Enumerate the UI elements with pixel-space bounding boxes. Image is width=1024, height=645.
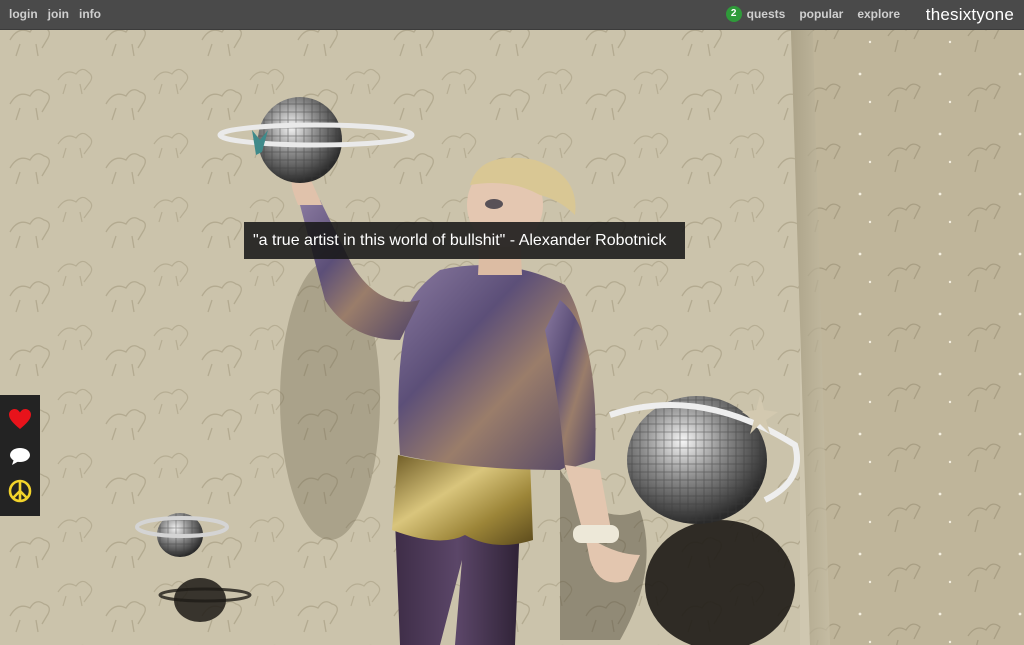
action-sidebar [0,395,40,516]
comment-icon [10,448,30,465]
popular-link[interactable]: popular [799,7,843,21]
join-link[interactable]: join [48,7,69,21]
song-caption: "a true artist in this world of bullshit… [244,222,685,259]
quests-link[interactable]: 2 quests [725,5,786,22]
heart-icon [9,409,31,429]
site-logo[interactable]: thesixtyone [926,5,1014,25]
account-links: login join info [9,7,101,21]
top-navigation-bar: login join info 2 quests popular explore … [0,0,1024,30]
love-button[interactable] [8,407,32,431]
comment-button[interactable] [8,444,32,468]
quests-label: quests [746,7,786,21]
background-photo [0,0,1024,645]
peace-icon [8,479,32,503]
peace-button[interactable] [8,479,32,503]
explore-link[interactable]: explore [857,7,900,21]
login-link[interactable]: login [9,7,38,21]
info-link[interactable]: info [79,7,101,21]
quest-count-badge: 2 [725,5,742,22]
site-nav: 2 quests popular explore [725,5,900,22]
